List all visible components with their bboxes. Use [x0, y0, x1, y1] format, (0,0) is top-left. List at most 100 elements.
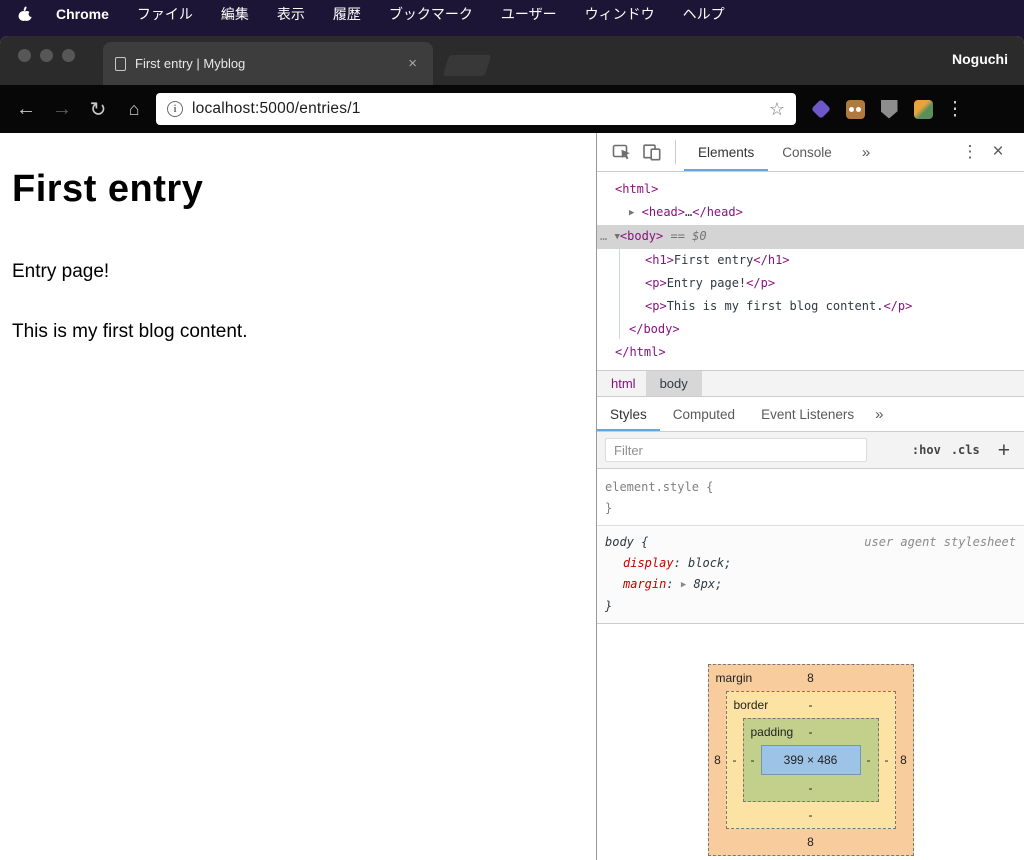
tab-event-listeners[interactable]: Event Listeners — [748, 397, 867, 431]
element-style-rule[interactable]: element.style { } — [597, 469, 1024, 526]
body-style-rule: body { user agent stylesheet display: bl… — [597, 526, 1024, 624]
tab-favicon-icon — [115, 56, 126, 71]
styles-filter-bar: :hov .cls + — [597, 432, 1024, 469]
toggle-classes-button[interactable]: .cls — [951, 443, 980, 457]
menubar-app-name[interactable]: Chrome — [56, 6, 109, 22]
menubar-item-history[interactable]: 履歴 — [333, 4, 361, 24]
more-styles-tabs-icon[interactable]: » — [875, 406, 883, 423]
page-info-icon[interactable]: i — [167, 101, 183, 117]
menubar-item-edit[interactable]: 編集 — [221, 4, 249, 24]
web-page-content: First entry Entry page! This is my first… — [0, 133, 596, 860]
box-model-margin[interactable]: margin 8 8 border - - padding - - 399 × … — [707, 664, 914, 856]
dom-tree: <html> ▶ <head>…</head> … ▼<body> == $0 … — [597, 172, 1024, 370]
apple-logo-icon[interactable] — [18, 6, 32, 22]
extension-photo-icon[interactable] — [906, 92, 940, 126]
chrome-window: First entry | Myblog × Noguchi ← → ↻ ⌂ i… — [0, 36, 1024, 860]
padding-top-value[interactable]: - — [809, 725, 813, 739]
extension-face-icon[interactable] — [838, 92, 872, 126]
menubar-item-window[interactable]: ウィンドウ — [585, 4, 655, 24]
extension-diamond-icon[interactable] — [804, 92, 838, 126]
indent-guide — [619, 247, 620, 339]
menubar-item-view[interactable]: 表示 — [277, 4, 305, 24]
divider — [675, 140, 676, 164]
padding-bottom-value[interactable]: - — [744, 775, 878, 801]
dom-node-html-close[interactable]: </html> — [597, 341, 1024, 364]
rule-close-brace: } — [605, 599, 613, 613]
css-property-margin[interactable]: margin: ▶ 8px; — [605, 574, 1016, 596]
desktop-background — [0, 28, 1024, 36]
styles-filter-input[interactable] — [605, 438, 867, 462]
margin-right-value[interactable]: 8 — [896, 753, 912, 767]
gutter-ellipsis: … — [600, 229, 608, 243]
box-model-border[interactable]: border - - padding - - 399 × 486 - - - - — [725, 691, 896, 829]
bookmark-star-icon[interactable]: ☆ — [769, 99, 785, 120]
forward-icon[interactable]: → — [44, 91, 80, 127]
box-model-content[interactable]: 399 × 486 — [760, 745, 861, 775]
padding-right-value[interactable]: - — [861, 753, 877, 767]
dom-node-body-close[interactable]: </body> — [597, 318, 1024, 341]
window-controls — [18, 49, 75, 62]
devtools-menu-icon[interactable]: ⋮ — [956, 142, 984, 162]
tab-strip: First entry | Myblog × Noguchi — [0, 36, 1024, 85]
dom-node-p[interactable]: <p>Entry page!</p> — [597, 272, 1024, 295]
window-close-button[interactable] — [18, 49, 31, 62]
home-icon[interactable]: ⌂ — [116, 91, 152, 127]
border-bottom-value[interactable]: - — [727, 802, 895, 828]
window-minimize-button[interactable] — [40, 49, 53, 62]
tab-close-icon[interactable]: × — [404, 54, 421, 73]
dom-node-h1[interactable]: <h1>First entry</h1> — [597, 249, 1024, 272]
toggle-hover-state-button[interactable]: :hov — [912, 443, 941, 457]
devtools-panel: Elements Console » ⋮ × <html> ▶ <head>…<… — [596, 133, 1024, 860]
menubar-item-help[interactable]: ヘルプ — [683, 4, 725, 24]
profile-name[interactable]: Noguchi — [952, 51, 1008, 67]
rule-selector[interactable]: body { — [605, 532, 648, 553]
macos-menubar: Chrome ファイル 編集 表示 履歴 ブックマーク ユーザー ウィンドウ ヘ… — [0, 0, 1024, 28]
breadcrumb-body[interactable]: body — [645, 371, 702, 396]
tab-styles[interactable]: Styles — [597, 397, 660, 431]
devtools-close-icon[interactable]: × — [984, 141, 1012, 163]
more-tabs-icon[interactable]: » — [862, 144, 870, 161]
border-left-value[interactable]: - — [727, 753, 743, 767]
menubar-item-users[interactable]: ユーザー — [501, 4, 557, 24]
dom-node-body-selected[interactable]: … ▼<body> == $0 — [597, 225, 1024, 249]
page-paragraph: Entry page! — [12, 261, 110, 282]
new-tab-button[interactable] — [442, 55, 492, 76]
menubar-item-file[interactable]: ファイル — [137, 4, 193, 24]
margin-top-value[interactable]: 8 — [807, 671, 814, 685]
extension-shield-icon[interactable] — [872, 92, 906, 126]
new-style-rule-icon[interactable]: + — [998, 440, 1010, 461]
selected-node-hint: == $0 — [670, 229, 707, 243]
border-top-value[interactable]: - — [809, 698, 813, 712]
address-bar[interactable]: i localhost:5000/entries/1 ☆ — [156, 93, 796, 125]
dom-node-head[interactable]: ▶ <head>…</head> — [597, 201, 1024, 225]
chrome-menu-icon[interactable]: ⋮ — [940, 98, 970, 121]
border-right-value[interactable]: - — [879, 753, 895, 767]
tab-computed[interactable]: Computed — [660, 397, 748, 431]
browser-toolbar: ← → ↻ ⌂ i localhost:5000/entries/1 ☆ ⋮ — [0, 85, 1024, 133]
dom-node-html-open[interactable]: <html> — [597, 178, 1024, 201]
url-text[interactable]: localhost:5000/entries/1 — [192, 100, 760, 118]
page-paragraph: This is my first blog content. — [12, 321, 248, 342]
devtools-tab-console[interactable]: Console — [768, 133, 846, 171]
breadcrumb-html[interactable]: html — [597, 371, 646, 396]
breadcrumb: html body — [597, 370, 1024, 396]
browser-tab[interactable]: First entry | Myblog × — [103, 42, 433, 85]
dom-node-p[interactable]: <p>This is my first blog content.</p> — [597, 295, 1024, 318]
devtools-header: Elements Console » ⋮ × — [597, 133, 1024, 172]
margin-left-value[interactable]: 8 — [710, 753, 726, 767]
window-zoom-button[interactable] — [62, 49, 75, 62]
css-property-display[interactable]: display: block; — [605, 553, 1016, 574]
margin-bottom-value[interactable]: 8 — [709, 829, 913, 855]
page-title: First entry — [12, 168, 204, 210]
tab-title: First entry | Myblog — [135, 56, 246, 71]
menubar-item-bookmarks[interactable]: ブックマーク — [389, 4, 473, 24]
styles-pane-tabs: Styles Computed Event Listeners » — [597, 396, 1024, 432]
expand-arrow-icon[interactable]: ▶ — [629, 208, 634, 218]
reload-icon[interactable]: ↻ — [80, 91, 116, 127]
padding-left-value[interactable]: - — [745, 753, 761, 767]
back-icon[interactable]: ← — [8, 91, 44, 127]
box-model-padding[interactable]: padding - - 399 × 486 - - — [742, 718, 879, 802]
devtools-tab-elements[interactable]: Elements — [684, 133, 768, 171]
inspect-element-icon[interactable] — [607, 133, 637, 171]
device-toolbar-icon[interactable] — [637, 133, 667, 171]
